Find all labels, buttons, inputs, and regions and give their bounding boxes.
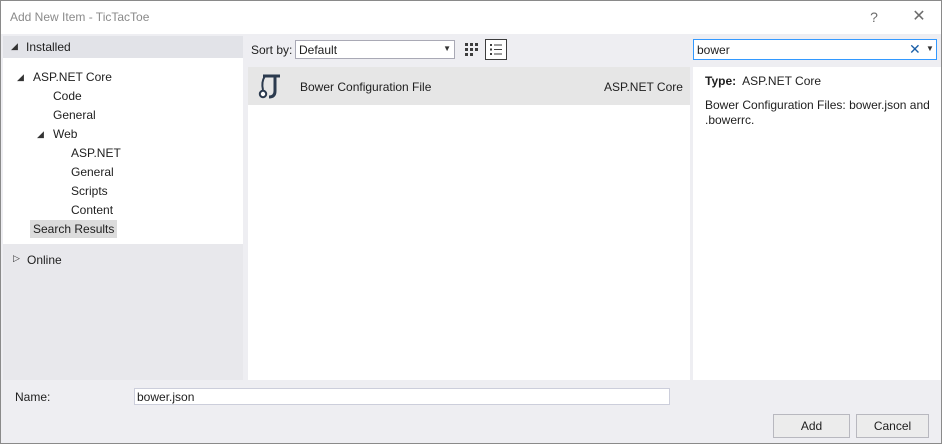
name-label: Name: xyxy=(15,390,51,404)
help-icon[interactable]: ? xyxy=(859,5,889,29)
type-line: Type: ASP.NET Core xyxy=(705,74,821,88)
tree-item-web-general[interactable]: General xyxy=(71,163,114,181)
window-title: Add New Item - TicTacToe xyxy=(10,10,150,24)
item-name: Bower Configuration File xyxy=(300,80,432,94)
list-view-icon xyxy=(490,44,502,55)
type-value: ASP.NET Core xyxy=(742,74,822,88)
small-icons-icon xyxy=(465,43,478,56)
sort-by-value: Default xyxy=(299,43,338,57)
tree-item-search-results[interactable]: Search Results xyxy=(30,220,118,238)
collapse-arrow-icon[interactable]: ◢ xyxy=(11,41,18,52)
installed-label: Installed xyxy=(26,40,71,54)
list-view-button[interactable] xyxy=(485,39,507,60)
sort-by-label: Sort by: xyxy=(251,43,293,57)
search-box[interactable]: ✕ ▼ xyxy=(693,39,937,60)
bower-icon xyxy=(258,74,280,99)
tree-item-scripts[interactable]: Scripts xyxy=(71,182,108,200)
tree-item-code[interactable]: Code xyxy=(53,87,82,105)
clear-search-icon[interactable]: ✕ xyxy=(909,41,921,58)
details-panel: Type: ASP.NET Core Bower Configuration Fi… xyxy=(693,67,941,380)
name-field[interactable] xyxy=(134,388,670,405)
tree-item-general[interactable]: General xyxy=(53,106,96,124)
title-bar: Add New Item - TicTacToe ? ✕ xyxy=(1,1,941,34)
expanded-arrow-icon[interactable]: ◢ xyxy=(37,125,44,143)
collapsed-arrow-icon[interactable]: ▷ xyxy=(13,253,20,264)
item-category: ASP.NET Core xyxy=(604,80,683,94)
sort-by-dropdown[interactable]: Default ▼ xyxy=(295,40,455,59)
expanded-arrow-icon[interactable]: ◢ xyxy=(17,68,24,86)
template-list: Bower Configuration File ASP.NET Core xyxy=(248,67,690,380)
search-dropdown-icon[interactable]: ▼ xyxy=(926,44,934,53)
online-header[interactable]: ▷ Online xyxy=(3,250,243,270)
add-new-item-dialog: Add New Item - TicTacToe ? ✕ ◢ Installed… xyxy=(0,0,942,444)
dropdown-arrow-icon: ▼ xyxy=(443,44,451,53)
tree-item-content[interactable]: Content xyxy=(71,201,113,219)
template-tree: ◢ ASP.NET Core Code General ◢ Web ASP.NE… xyxy=(3,58,243,244)
item-description: Bower Configuration Files: bower.json an… xyxy=(705,98,930,127)
cancel-button[interactable]: Cancel xyxy=(856,414,929,438)
small-icons-view-button[interactable] xyxy=(460,39,482,60)
type-label: Type: xyxy=(705,74,737,88)
close-icon[interactable]: ✕ xyxy=(904,5,934,29)
add-button[interactable]: Add xyxy=(773,414,850,438)
installed-header[interactable]: ◢ Installed xyxy=(3,36,243,58)
online-label: Online xyxy=(27,253,62,267)
list-item[interactable]: Bower Configuration File ASP.NET Core xyxy=(248,67,690,105)
search-input[interactable] xyxy=(697,42,897,57)
tree-item-aspnet[interactable]: ASP.NET xyxy=(71,144,121,162)
